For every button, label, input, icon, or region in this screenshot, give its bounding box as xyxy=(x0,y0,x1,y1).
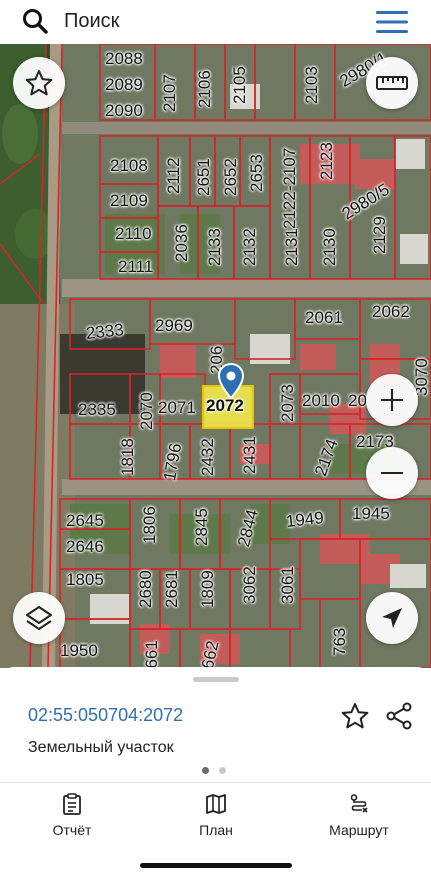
parcel-type-label: Земельный участок xyxy=(28,739,174,756)
parcel-label[interactable]: 20 xyxy=(348,391,367,411)
page-dot-active xyxy=(202,767,209,774)
route-icon xyxy=(350,794,368,813)
parcel-label[interactable]: 2131 xyxy=(282,228,302,266)
parcel-label[interactable]: 2089 xyxy=(105,75,143,95)
parcel-label[interactable]: 2070 xyxy=(137,392,157,430)
search-input[interactable] xyxy=(64,7,344,35)
parcel-label[interactable]: 2133 xyxy=(205,228,225,266)
parcel-label[interactable]: 2010 xyxy=(302,391,340,411)
parcel-label[interactable]: 3062 xyxy=(240,566,260,604)
location-pin-icon[interactable] xyxy=(218,363,244,399)
parcel-label[interactable]: 2061 xyxy=(305,308,343,328)
page-indicator xyxy=(202,767,226,774)
parcel-label[interactable]: 2090 xyxy=(105,101,143,121)
tab-route[interactable]: Маршрут xyxy=(304,793,414,838)
parcel-label[interactable]: 2651 xyxy=(194,158,214,196)
tab-plan-label: План xyxy=(199,822,233,838)
tab-route-label: Маршрут xyxy=(329,822,389,838)
parcel-label[interactable]: 2132 xyxy=(240,228,260,266)
share-icon[interactable] xyxy=(384,701,414,731)
parcel-label[interactable]: 2646 xyxy=(66,537,104,557)
parcel-label[interactable]: 2661 xyxy=(142,640,162,668)
menu-icon[interactable] xyxy=(376,10,408,34)
parcel-label[interactable]: 2106 xyxy=(195,70,215,108)
parcel-label[interactable]: 2036 xyxy=(172,224,192,262)
favorite-star-icon[interactable] xyxy=(341,702,369,730)
tab-report-label: Отчёт xyxy=(52,822,92,838)
tab-plan[interactable]: План xyxy=(161,793,271,838)
parcel-label[interactable]: 2969 xyxy=(155,316,193,336)
minus-icon xyxy=(381,472,403,474)
map-plan-icon xyxy=(206,794,226,814)
ruler-button[interactable] xyxy=(366,57,418,109)
parcel-label[interactable]: 2105 xyxy=(230,66,250,104)
plus-icon xyxy=(381,389,403,411)
parcel-label[interactable]: 2109 xyxy=(110,191,148,211)
parcel-label[interactable]: 2071 xyxy=(158,398,196,418)
parcel-label[interactable]: 2123 xyxy=(317,142,337,180)
parcel-label[interactable]: 2129 xyxy=(370,216,390,254)
layers-button[interactable] xyxy=(13,592,65,644)
ruler-icon xyxy=(376,76,408,90)
parcel-label[interactable]: 2845 xyxy=(192,508,212,546)
my-location-button[interactable] xyxy=(366,592,418,644)
parcel-label[interactable]: 1950 xyxy=(60,641,98,661)
parcel-label[interactable]: 1945 xyxy=(352,504,390,524)
parcel-label[interactable]: 2088 xyxy=(105,49,143,69)
parcel-label[interactable]: 1818 xyxy=(118,438,138,476)
parcel-label[interactable]: 2107 xyxy=(160,74,180,112)
parcel-label[interactable]: 2431 xyxy=(240,436,260,474)
parcel-label[interactable]: 2653 xyxy=(247,154,267,192)
parcel-label[interactable]: 3061 xyxy=(278,566,298,604)
parcel-label[interactable]: 1806 xyxy=(140,506,160,544)
page-dot xyxy=(219,767,226,774)
parcel-label[interactable]: 2652 xyxy=(221,158,241,196)
parcel-label[interactable]: 2645 xyxy=(66,511,104,531)
parcel-label[interactable]: 2333 xyxy=(85,320,125,344)
parcel-label[interactable]: 2108 xyxy=(110,156,148,176)
report-icon xyxy=(63,793,81,815)
tab-report[interactable]: Отчёт xyxy=(17,793,127,838)
parcel-label[interactable]: 2335 xyxy=(78,400,116,420)
sheet-drag-handle[interactable] xyxy=(193,677,239,682)
parcel-label[interactable]: 2103 xyxy=(302,66,322,104)
cadastral-number[interactable]: 02:55:050704:2072 xyxy=(28,705,183,726)
parcel-label[interactable]: 2130 xyxy=(320,228,340,266)
parcel-info-sheet[interactable]: 02:55:050704:2072 Земельный участок xyxy=(0,667,431,782)
parcel-label[interactable]: 1949 xyxy=(285,508,325,532)
parcel-label[interactable]: 2062 xyxy=(372,302,410,322)
parcel-label[interactable]: 1809 xyxy=(198,570,218,608)
home-indicator[interactable] xyxy=(140,863,292,868)
navigation-arrow-icon xyxy=(382,608,402,628)
parcel-label[interactable]: 2680 xyxy=(136,570,156,608)
parcel-label[interactable]: 2073 xyxy=(278,384,298,422)
parcel-label[interactable]: 2681 xyxy=(162,570,182,608)
zoom-out-button[interactable] xyxy=(366,447,418,499)
parcel-label[interactable]: 1805 xyxy=(66,570,104,590)
cadastral-map[interactable]: 2088 2089 2090 2107 2106 2105 2103 2980/… xyxy=(0,44,431,668)
parcel-label[interactable]: 2122-2107 xyxy=(280,148,300,229)
parcel-label[interactable]: 2112 xyxy=(164,157,184,194)
star-icon xyxy=(25,70,53,96)
selected-parcel-label[interactable]: 2072 xyxy=(206,396,244,416)
parcel-label[interactable]: 763 xyxy=(330,628,350,656)
search-bar xyxy=(0,0,431,44)
parcel-label[interactable]: 2432 xyxy=(198,438,218,476)
zoom-in-button[interactable] xyxy=(366,374,418,426)
layers-icon xyxy=(26,606,52,630)
favorite-map-button[interactable] xyxy=(13,57,65,109)
parcel-label[interactable]: 2111 xyxy=(118,257,153,277)
parcel-label[interactable]: 2110 xyxy=(115,224,152,244)
search-icon[interactable] xyxy=(22,8,48,34)
